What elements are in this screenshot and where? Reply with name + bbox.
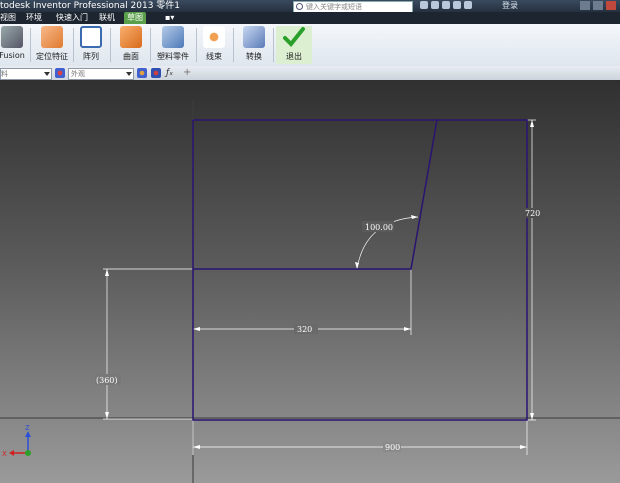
- height-right-dimension[interactable]: 720: [525, 209, 540, 218]
- pattern-label: 阵列: [83, 52, 99, 61]
- tab-view[interactable]: 视图: [0, 12, 16, 24]
- ribbon-tabs: 视图 环境 快速入门 联机 草图 ▪▾: [0, 12, 620, 24]
- material-combo[interactable]: 料: [0, 68, 52, 80]
- ribbon-separator: [273, 28, 274, 62]
- fusion-label: Fusion: [0, 51, 25, 60]
- convert-icon: [243, 26, 265, 48]
- login-link[interactable]: 登录: [502, 0, 518, 12]
- angle-dimension[interactable]: 100.00: [365, 223, 393, 232]
- chevron-down-icon: [126, 72, 132, 76]
- surface-icon: [120, 26, 142, 48]
- tab-get-started[interactable]: 快速入门: [56, 12, 88, 24]
- work-features-icon: [41, 26, 63, 48]
- origin-icon: [25, 450, 31, 456]
- adjust-appearance-icon[interactable]: [137, 68, 147, 78]
- tab-environments[interactable]: 环境: [26, 12, 42, 24]
- user-icon[interactable]: [464, 1, 472, 9]
- convert-label: 转换: [246, 52, 262, 61]
- close-icon[interactable]: [606, 1, 616, 10]
- sketch-drawing[interactable]: 100.00 320 720 (360) 900 Z X: [0, 80, 620, 483]
- harness-icon: [203, 26, 225, 48]
- appearance-combo[interactable]: 外观: [68, 68, 134, 80]
- width-total-dimension[interactable]: 900: [385, 443, 400, 452]
- finish-sketch-label: 退出: [286, 52, 302, 61]
- work-features-button[interactable]: 定位特征: [33, 26, 71, 64]
- convert-button[interactable]: 转换: [238, 26, 270, 64]
- sketch-profile-lower[interactable]: [192, 119, 528, 421]
- fusion-button[interactable]: Fusion: [0, 26, 26, 64]
- finish-sketch-button[interactable]: 退出: [276, 26, 312, 64]
- plastic-part-label: 塑料零件: [157, 52, 189, 61]
- ribbon-panel: Fusion 定位特征 阵列 曲面 塑料零件 线束 转换 退出: [0, 24, 620, 67]
- ribbon-separator: [73, 28, 74, 62]
- communication-center-icon[interactable]: [442, 1, 450, 9]
- plastic-part-button[interactable]: 塑料零件: [153, 26, 193, 64]
- work-features-label: 定位特征: [36, 52, 68, 61]
- title-bar: todesk Inventor Professional 2013 零件1 键入…: [0, 0, 620, 13]
- dimension-lines: [103, 119, 536, 455]
- material-combo-value: 料: [1, 70, 8, 78]
- x-arrow-icon: [9, 450, 14, 456]
- pattern-button[interactable]: 阵列: [76, 26, 106, 64]
- fusion-icon: [1, 26, 23, 48]
- ribbon-separator: [110, 28, 111, 62]
- title-toolbar: [420, 1, 475, 11]
- appearance-ball-icon: [55, 68, 65, 78]
- height-left-dimension[interactable]: (360): [96, 376, 118, 385]
- add-icon[interactable]: +: [183, 68, 193, 78]
- x-label: X: [2, 450, 7, 458]
- tab-dropdown-icon[interactable]: ▪▾: [165, 12, 174, 24]
- surface-label: 曲面: [123, 52, 139, 61]
- clear-appearance-icon[interactable]: [151, 68, 161, 78]
- pattern-icon: [80, 26, 102, 48]
- search-icon: [296, 3, 303, 10]
- finish-sketch-checkmark-icon: [283, 26, 305, 48]
- ribbon-separator: [30, 28, 31, 62]
- favorites-star-icon[interactable]: [453, 1, 461, 9]
- maximize-icon[interactable]: [593, 1, 603, 10]
- chevron-down-icon: [44, 72, 50, 76]
- subscription-icon[interactable]: [431, 1, 439, 9]
- dimension-arrowheads: [105, 120, 534, 449]
- parameters-fx-icon[interactable]: ƒₓ: [166, 68, 176, 78]
- tab-sketch[interactable]: 草图: [124, 12, 146, 24]
- window-controls: [577, 1, 616, 11]
- ribbon-separator: [196, 28, 197, 62]
- surface-button[interactable]: 曲面: [115, 26, 147, 64]
- quick-property-bar: 料 外观 ƒₓ +: [0, 66, 620, 81]
- sketch-profile-upper[interactable]: [192, 119, 438, 270]
- z-label: Z: [25, 424, 30, 432]
- ribbon-separator: [233, 28, 234, 62]
- plastic-part-icon: [162, 26, 184, 48]
- search-placeholder: 键入关键字或短语: [306, 3, 362, 11]
- tab-online[interactable]: 联机: [99, 12, 115, 24]
- binoculars-icon[interactable]: [420, 1, 428, 9]
- window-title: todesk Inventor Professional 2013 零件1: [0, 1, 181, 11]
- ribbon-separator: [150, 28, 151, 62]
- minimize-icon[interactable]: [580, 1, 590, 10]
- appearance-combo-value: 外观: [71, 70, 85, 78]
- harness-button[interactable]: 线束: [199, 26, 229, 64]
- width-upper-dimension[interactable]: 320: [297, 325, 312, 334]
- harness-label: 线束: [206, 52, 222, 61]
- graphics-window[interactable]: 100.00 320 720 (360) 900 Z X: [0, 80, 620, 483]
- view-triad[interactable]: Z X: [2, 424, 31, 458]
